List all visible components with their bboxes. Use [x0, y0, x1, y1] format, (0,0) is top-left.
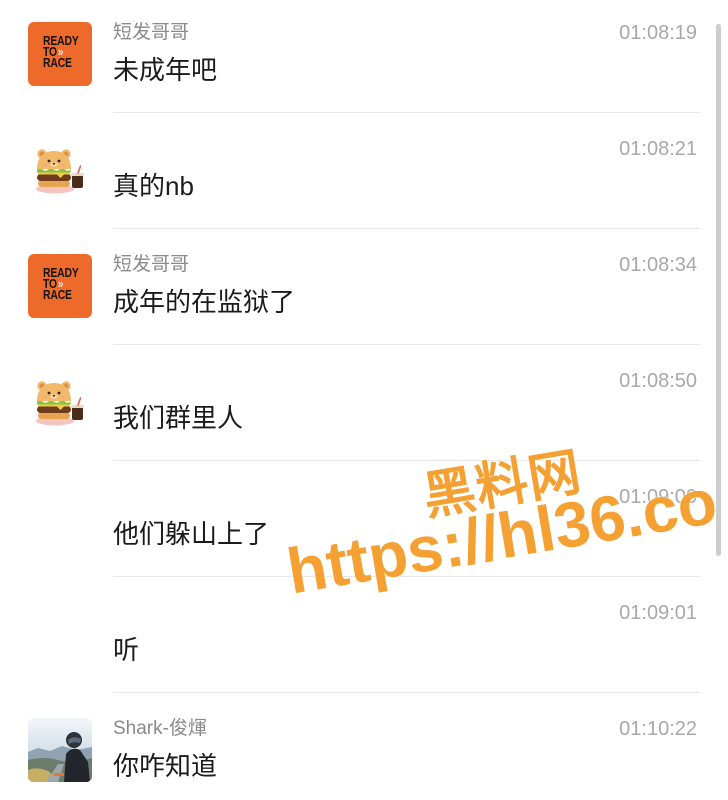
message-time: 01:10:22 — [619, 718, 697, 740]
message-time: 01:08:34 — [619, 254, 697, 276]
bottom-bun — [38, 412, 70, 419]
message-row[interactable]: 01:08:21 真的nb — [0, 113, 728, 229]
avatar-ready-to-race[interactable]: READY TO» RACE — [28, 22, 92, 86]
avatar-ready-to-race[interactable]: READY TO» RACE — [28, 254, 92, 318]
message-row[interactable]: READY TO» RACE 短发哥哥 01:08:19 未成年吧 — [0, 0, 728, 113]
message-text: 听 — [113, 635, 140, 665]
message-time: 01:08:50 — [619, 370, 697, 392]
message-row[interactable]: 01:08:50 我们群里人 — [0, 345, 728, 461]
bear-burger-icon — [36, 381, 84, 426]
message-text: 未成年吧 — [113, 55, 218, 85]
ktm-logo-line-3: RACE — [43, 287, 72, 302]
scrollbar[interactable] — [716, 24, 721, 556]
bear-burger-icon — [36, 149, 84, 194]
message-text: 我们群里人 — [113, 403, 244, 433]
message-text: 你咋知道 — [113, 751, 218, 781]
message-row[interactable]: 01:09:00 他们躲山上了 — [0, 461, 728, 577]
chat-history-screen: READY TO» RACE 短发哥哥 01:08:19 未成年吧 01:08:… — [0, 0, 728, 800]
message-text: 他们躲山上了 — [113, 519, 270, 549]
message-row[interactable]: READY TO» RACE 短发哥哥 01:08:34 成年的在监狱了 — [0, 229, 728, 345]
message-row[interactable]: 01:09:01 听 — [0, 577, 728, 693]
drink-cup — [72, 175, 83, 188]
sender-name: Shark-俊煇 — [113, 718, 207, 739]
message-time: 01:09:00 — [619, 486, 697, 508]
message-text: 真的nb — [113, 171, 194, 201]
message-time: 01:09:01 — [619, 602, 697, 624]
avatar-bear-burger[interactable] — [28, 370, 92, 434]
sender-name: 短发哥哥 — [113, 254, 190, 275]
avatar-bear-burger[interactable] — [28, 138, 92, 202]
message-time: 01:08:19 — [619, 22, 697, 44]
message-text: 成年的在监狱了 — [113, 287, 296, 317]
avatar-shark-photo[interactable] — [28, 718, 92, 782]
bottom-bun — [38, 180, 70, 187]
message-time: 01:08:21 — [619, 138, 697, 160]
drink-cup — [72, 407, 83, 420]
message-row[interactable]: Shark-俊煇 01:10:22 你咋知道 — [0, 693, 728, 800]
patty — [37, 406, 71, 413]
motorcycle-rider-photo-icon — [28, 718, 92, 782]
patty — [37, 174, 71, 181]
sender-name: 短发哥哥 — [113, 22, 190, 43]
ktm-logo-line-3: RACE — [43, 55, 72, 70]
